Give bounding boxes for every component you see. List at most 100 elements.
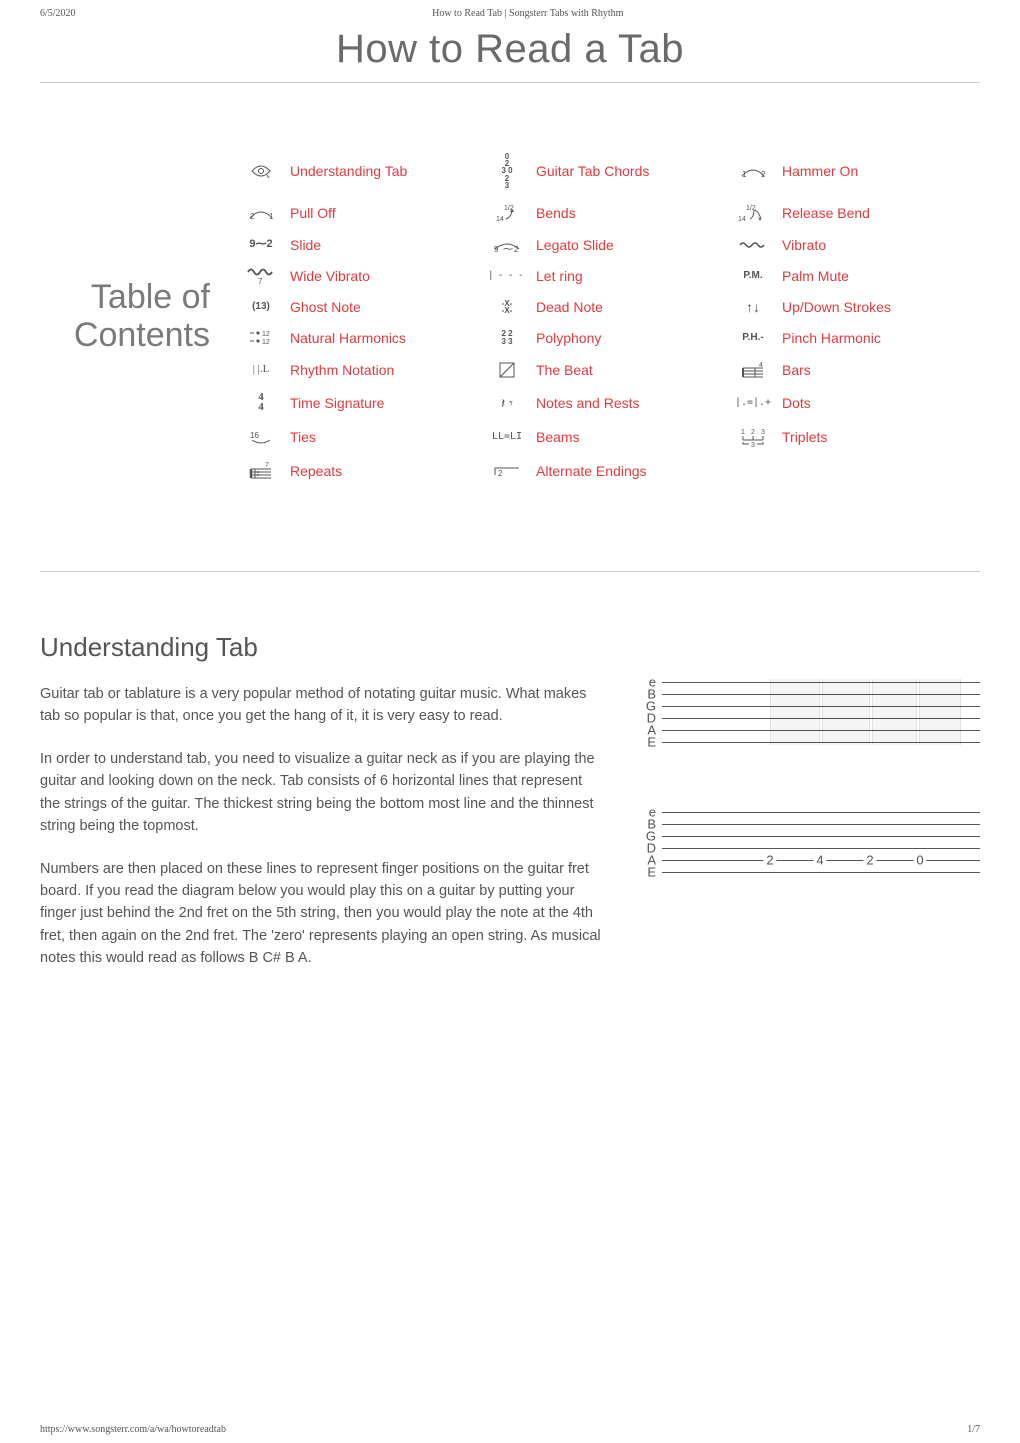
svg-text:12: 12 <box>262 339 270 346</box>
svg-text:1: 1 <box>741 429 745 436</box>
toc-link-vibrato[interactable]: Vibrato <box>782 237 970 253</box>
toc-link-guitar-tab-chords[interactable]: Guitar Tab Chords <box>536 163 724 179</box>
svg-text:1: 1 <box>269 212 274 220</box>
toc-link-time-signature[interactable]: Time Signature <box>290 395 478 411</box>
section-text: Understanding Tab Guitar tab or tablatur… <box>40 632 606 990</box>
toc-link-slide[interactable]: Slide <box>290 237 478 253</box>
fret-shade <box>770 679 820 745</box>
chords-icon: 0 2 3 0 2 3 <box>486 153 528 189</box>
footer-url: https://www.songsterr.com/a/wa/howtoread… <box>40 1424 226 1435</box>
toc-link-palm-mute[interactable]: Palm Mute <box>782 268 970 284</box>
up-down-strokes-icon: ↑↓ <box>732 300 774 314</box>
toc-link-triplets[interactable]: Triplets <box>782 429 970 445</box>
print-title: How to Read Tab | Songsterr Tabs with Rh… <box>432 8 623 19</box>
toc-link-alternate-endings[interactable]: Alternate Endings <box>536 463 724 479</box>
title-divider <box>40 82 980 83</box>
toc-link-ties[interactable]: Ties <box>290 429 478 445</box>
toc-link-hammer-on[interactable]: Hammer On <box>782 163 970 179</box>
toc-link-let-ring[interactable]: Let ring <box>536 268 724 284</box>
section-divider <box>40 571 980 572</box>
polyphony-icon: 2 2 3 3 <box>486 330 528 346</box>
svg-text:9: 9 <box>494 245 499 253</box>
toc-link-beams[interactable]: Beams <box>536 429 724 445</box>
toc-link-notes-and-rests[interactable]: Notes and Rests <box>536 395 724 411</box>
svg-text:2: 2 <box>761 170 766 178</box>
eye-icon <box>240 164 282 178</box>
toc-link-wide-vibrato[interactable]: Wide Vibrato <box>290 268 478 284</box>
svg-text:3: 3 <box>751 442 755 447</box>
toc-heading: Table of Contents <box>30 279 210 354</box>
fret-shade <box>822 679 870 745</box>
section-figures: e B G D A E e B <box>640 632 980 990</box>
rhythm-notation-icon: | |.L <box>240 364 282 375</box>
toc-link-up-down-strokes[interactable]: Up/Down Strokes <box>782 299 970 315</box>
toc-link-legato-slide[interactable]: Legato Slide <box>536 237 724 253</box>
slide-icon: 9⁓2 <box>240 239 282 250</box>
repeats-icon: 7 <box>240 461 282 481</box>
beat-icon <box>486 361 528 379</box>
toc-link-understanding-tab[interactable]: Understanding Tab <box>290 163 478 179</box>
pull-off-icon: 21 <box>240 206 282 220</box>
toc-link-natural-harmonics[interactable]: Natural Harmonics <box>290 330 478 346</box>
tab-string-line <box>662 812 980 813</box>
palm-mute-icon: P.M. <box>732 271 774 281</box>
tab-string-line <box>662 824 980 825</box>
svg-text:14: 14 <box>496 216 504 223</box>
section-understanding-tab: Understanding Tab Guitar tab or tablatur… <box>0 632 1020 990</box>
toc-link-pull-off[interactable]: Pull Off <box>290 205 478 221</box>
svg-text:14: 14 <box>738 216 746 223</box>
bend-icon: 1/214 <box>486 203 528 223</box>
svg-text:7: 7 <box>265 462 269 469</box>
natural-harmonics-icon: 1212 <box>240 329 282 347</box>
section-paragraph: Numbers are then placed on these lines t… <box>40 858 606 970</box>
bars-icon: 4 <box>732 361 774 379</box>
toc-grid: Understanding Tab 0 2 3 0 2 3 Guitar Tab… <box>240 153 970 481</box>
svg-text:2: 2 <box>498 469 503 477</box>
toc-link-repeats[interactable]: Repeats <box>290 463 478 479</box>
print-header: 6/5/2020 How to Read Tab | Songsterr Tab… <box>0 0 1020 19</box>
fret-number: 2 <box>863 852 876 867</box>
let-ring-icon: | - - - <box>486 271 528 281</box>
legato-slide-icon: 9⁓2 <box>486 237 528 253</box>
dots-icon: |.=|.+ <box>732 398 774 408</box>
svg-text:3: 3 <box>761 429 765 436</box>
toc-link-dots[interactable]: Dots <box>782 395 970 411</box>
tab-string-line <box>662 848 980 849</box>
section-heading: Understanding Tab <box>40 632 606 663</box>
toc-link-pinch-harmonic[interactable]: Pinch Harmonic <box>782 330 970 346</box>
toc-link-polyphony[interactable]: Polyphony <box>536 330 724 346</box>
toc-link-ghost-note[interactable]: Ghost Note <box>290 299 478 315</box>
pinch-harmonic-icon: P.H.- <box>732 333 774 343</box>
fret-number: 4 <box>813 852 826 867</box>
svg-text:1: 1 <box>742 170 747 178</box>
svg-text:16: 16 <box>250 431 259 440</box>
tab-string-line <box>662 872 980 873</box>
tab-diagram-frets: e B G D A E 2 4 2 0 <box>640 812 980 872</box>
svg-text:12: 12 <box>262 331 270 338</box>
fret-number: 0 <box>913 852 926 867</box>
section-paragraph: Guitar tab or tablature is a very popula… <box>40 683 606 728</box>
fret-shade <box>872 679 917 745</box>
ties-icon: 16 <box>240 430 282 444</box>
svg-text:7: 7 <box>258 277 263 285</box>
svg-text:2: 2 <box>514 245 519 253</box>
print-footer: https://www.songsterr.com/a/wa/howtoread… <box>40 1424 980 1435</box>
alternate-endings-icon: 2 <box>486 465 528 477</box>
toc-link-bars[interactable]: Bars <box>782 362 970 378</box>
vibrato-icon <box>732 240 774 250</box>
ghost-note-icon: (13) <box>240 302 282 312</box>
toc-link-rhythm-notation[interactable]: Rhythm Notation <box>290 362 478 378</box>
section-paragraph: In order to understand tab, you need to … <box>40 748 606 838</box>
triplets-icon: 1233 <box>732 427 774 447</box>
table-of-contents: Table of Contents Understanding Tab 0 2 … <box>0 123 1020 511</box>
toc-link-the-beat[interactable]: The Beat <box>536 362 724 378</box>
toc-link-dead-note[interactable]: Dead Note <box>536 299 724 315</box>
hammer-on-icon: 12 <box>732 164 774 178</box>
string-label: E <box>640 735 656 748</box>
time-signature-icon: 4 4 <box>240 393 282 413</box>
toc-link-release-bend[interactable]: Release Bend <box>782 205 970 221</box>
tab-diagram-neck: e B G D A E <box>640 682 980 742</box>
toc-link-bends[interactable]: Bends <box>536 205 724 221</box>
svg-text:2: 2 <box>751 429 755 436</box>
string-label: E <box>640 865 656 878</box>
